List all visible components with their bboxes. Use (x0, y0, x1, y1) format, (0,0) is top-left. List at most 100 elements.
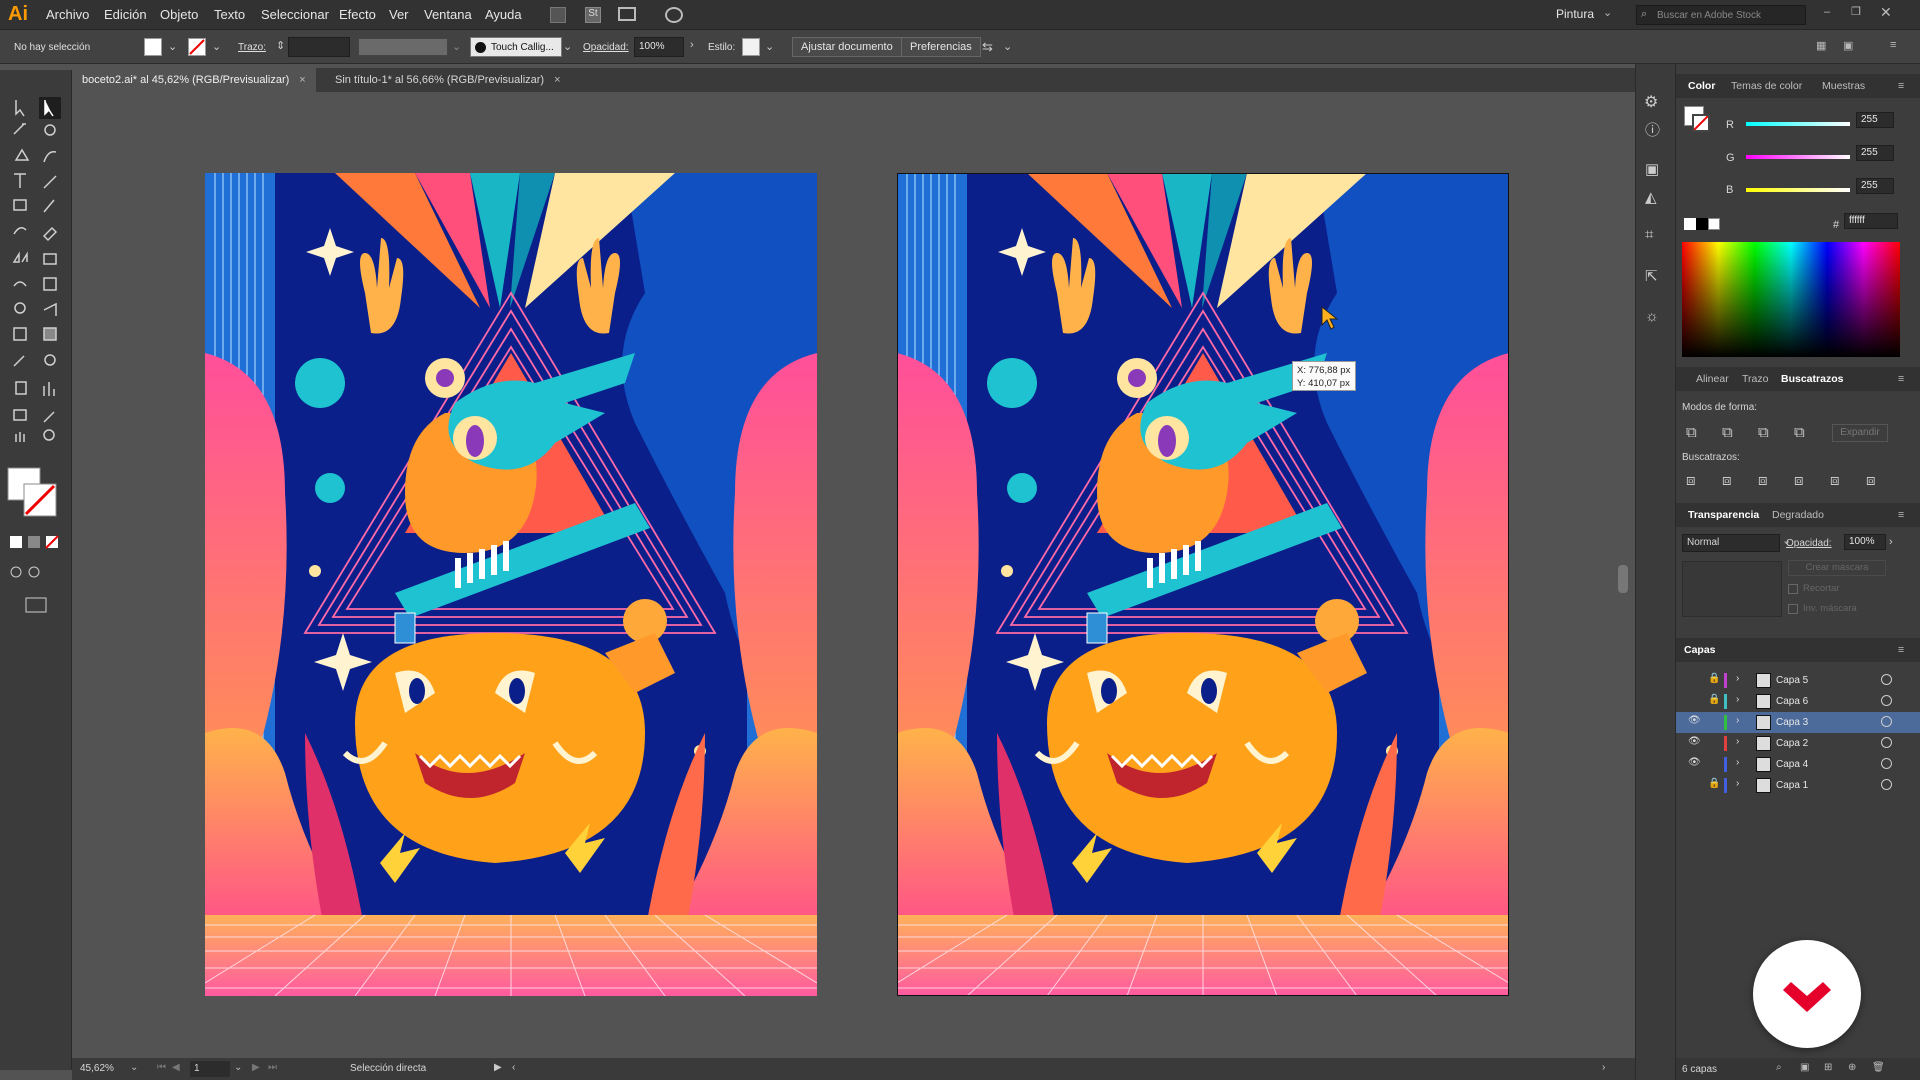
export-icon[interactable]: ⇱ (1645, 267, 1658, 285)
trim-icon[interactable]: ⧈ (1722, 472, 1732, 489)
gear-icon[interactable]: ⚙ (1644, 92, 1658, 112)
clipping-mask-icon[interactable]: ▣ (1800, 1062, 1809, 1073)
target-icon[interactable] (1881, 758, 1892, 769)
target-icon[interactable] (1881, 695, 1892, 706)
new-layer-icon[interactable]: ⊕ (1848, 1062, 1856, 1073)
zoom-level[interactable]: 45,62% (80, 1063, 114, 1074)
layer-row[interactable]: 🔒 › Capa 5 (1676, 670, 1920, 691)
minus-back-icon[interactable]: ⧈ (1866, 472, 1876, 489)
chevron-down-icon[interactable]: ⌄ (212, 40, 221, 53)
blend-mode-select[interactable]: Normal (1682, 534, 1780, 552)
invert-mask-checkbox[interactable] (1788, 604, 1798, 614)
tab-stroke[interactable]: Trazo (1742, 367, 1768, 391)
r-slider[interactable] (1746, 122, 1850, 126)
close-tab-icon[interactable]: × (299, 74, 305, 86)
chevron-left-icon[interactable]: ‹ (512, 1062, 515, 1073)
tab-swatches[interactable]: Muestras (1822, 74, 1865, 98)
expand-chevron-icon[interactable]: › (1736, 673, 1739, 684)
chevron-right-icon[interactable]: › (690, 39, 694, 51)
artboard-number-input[interactable]: 1 (190, 1061, 230, 1077)
stock-search-input[interactable]: ⌕ Buscar en Adobe Stock (1636, 5, 1806, 25)
navigator-icon[interactable]: ▣ (1645, 160, 1659, 178)
expand-chevron-icon[interactable]: › (1736, 757, 1739, 768)
locate-object-icon[interactable]: ⌕ (1776, 1062, 1782, 1073)
chevron-down-icon[interactable]: ⌄ (1003, 40, 1012, 53)
document-setup-button[interactable]: Ajustar documento (792, 37, 902, 57)
black-swatch[interactable] (1696, 218, 1708, 230)
chevron-down-icon[interactable]: ⌄ (765, 40, 774, 53)
lock-icon[interactable]: 🔒 (1708, 673, 1720, 684)
divide-icon[interactable]: ⧈ (1686, 472, 1696, 489)
color-stroke-swatch[interactable] (1692, 114, 1710, 132)
artboard-left[interactable] (205, 173, 817, 996)
expand-chevron-icon[interactable]: › (1736, 736, 1739, 747)
artboard-right[interactable] (897, 173, 1509, 996)
b-slider[interactable] (1746, 188, 1850, 192)
previous-artboard-icon[interactable]: ◀ (172, 1062, 180, 1073)
last-artboard-icon[interactable]: ⏭ (268, 1062, 277, 1073)
first-artboard-icon[interactable]: ⏮ (157, 1062, 166, 1073)
expand-chevron-icon[interactable]: › (1736, 715, 1739, 726)
appearance-icon[interactable]: ☼ (1645, 308, 1659, 325)
layer-row[interactable]: 👁 › Capa 4 (1676, 754, 1920, 775)
target-icon[interactable] (1881, 779, 1892, 790)
stroke-swatch[interactable] (188, 38, 206, 56)
none-swatch-icon[interactable] (1684, 218, 1696, 230)
chevron-down-icon[interactable]: ⌄ (452, 40, 461, 53)
menu-ventana[interactable]: Ventana (424, 7, 472, 22)
chevron-right-icon[interactable]: › (1602, 1062, 1605, 1073)
bridge-icon[interactable] (550, 7, 566, 23)
stock-icon[interactable]: St (585, 7, 601, 23)
intersect-icon[interactable]: ⧉ (1758, 424, 1769, 441)
transparency-opacity-input[interactable]: 100% (1844, 534, 1886, 550)
stepper-icon[interactable]: ⇕ (276, 39, 285, 52)
outline-icon[interactable]: ⧈ (1830, 472, 1840, 489)
menu-ver[interactable]: Ver (389, 7, 409, 22)
layer-row[interactable]: 👁 › Capa 2 (1676, 733, 1920, 754)
expand-chevron-icon[interactable]: › (1736, 694, 1739, 705)
tab-gradient[interactable]: Degradado (1772, 503, 1824, 527)
menu-seleccionar[interactable]: Seleccionar (261, 7, 329, 22)
tab-transparency[interactable]: Transparencia (1688, 503, 1759, 527)
workspace-switcher[interactable]: Pintura (1556, 7, 1594, 21)
stroke-label[interactable]: Trazo: (238, 42, 266, 53)
menu-archivo[interactable]: Archivo (46, 7, 89, 22)
tab-layers[interactable]: Capas (1684, 638, 1716, 662)
expand-chevron-icon[interactable]: › (1736, 778, 1739, 789)
chevron-right-icon[interactable]: ▶ (494, 1062, 502, 1073)
clip-checkbox[interactable] (1788, 584, 1798, 594)
crop-icon[interactable]: ⧈ (1794, 472, 1804, 489)
target-icon[interactable] (1881, 674, 1892, 685)
panel-menu-icon[interactable]: ≡ (1898, 503, 1904, 527)
eye-icon[interactable]: 👁 (1688, 736, 1701, 747)
minus-front-icon[interactable]: ⧉ (1722, 424, 1733, 441)
restore-icon[interactable]: ❐ (1851, 5, 1861, 18)
new-sublayer-icon[interactable]: ⊞ (1824, 1062, 1832, 1073)
tab-sin-titulo[interactable]: Sin título-1* al 56,66% (RGB/Previsualiz… (325, 68, 571, 92)
chevron-down-icon[interactable]: ⌄ (168, 40, 177, 53)
panel-menu-icon[interactable]: ≡ (1898, 638, 1904, 662)
menu-lines-icon[interactable]: ≡ (1890, 39, 1896, 51)
stroke-weight-input[interactable] (288, 37, 350, 57)
lock-icon[interactable]: 🔒 (1708, 778, 1720, 789)
g-input[interactable]: 255 (1856, 145, 1894, 161)
layer-row[interactable]: 🔒 › Capa 1 (1676, 775, 1920, 796)
layer-row[interactable]: 👁 › Capa 3 (1676, 712, 1920, 733)
menu-texto[interactable]: Texto (214, 7, 245, 22)
menu-ayuda[interactable]: Ayuda (485, 7, 522, 22)
tab-align[interactable]: Alinear (1696, 367, 1729, 391)
panel-menu-icon[interactable]: ≡ (1898, 74, 1904, 98)
chevron-down-icon[interactable]: ⌄ (234, 1062, 242, 1073)
eye-icon[interactable]: 👁 (1688, 715, 1701, 726)
chevron-right-icon[interactable]: › (1889, 536, 1893, 548)
tab-pathfinder[interactable]: Buscatrazos (1781, 367, 1843, 391)
tab-boceto2[interactable]: boceto2.ai* al 45,62% (RGB/Previsualizar… (72, 68, 316, 92)
b-input[interactable]: 255 (1856, 178, 1894, 194)
r-input[interactable]: 255 (1856, 112, 1894, 128)
exclude-icon[interactable]: ⧉ (1794, 424, 1805, 441)
preferences-button[interactable]: Preferencias (901, 37, 981, 57)
opacity-input[interactable]: 100% (634, 37, 684, 57)
panel-menu-icon[interactable]: ≡ (1898, 367, 1904, 391)
graphic-style-swatch[interactable] (742, 38, 760, 56)
g-slider[interactable] (1746, 155, 1850, 159)
